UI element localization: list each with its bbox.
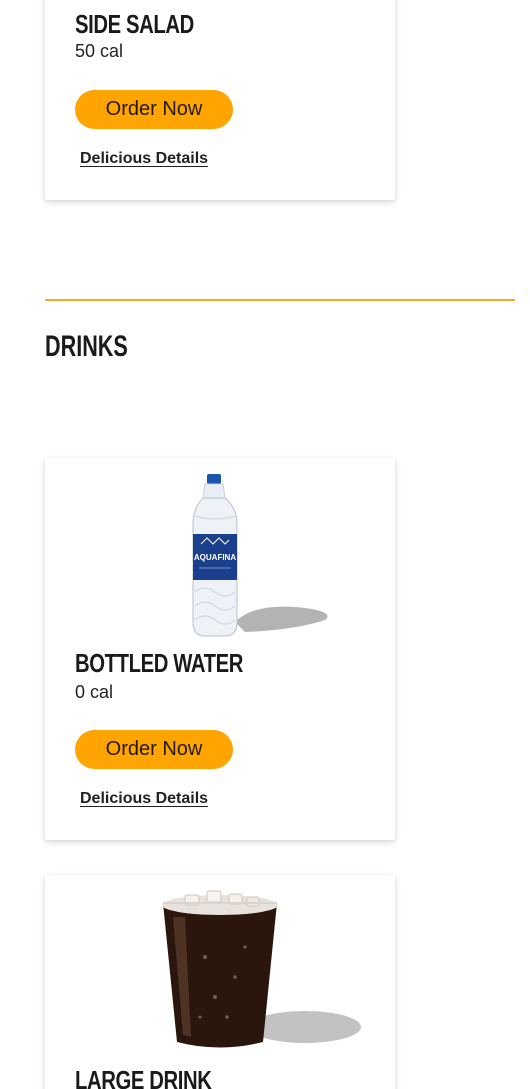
- menu-item-card-side-salad: Side Salad 50 cal Order Now Delicious De…: [45, 0, 395, 200]
- menu-page: Side Salad 50 cal Order Now Delicious De…: [0, 0, 530, 1089]
- item-name: Large Drink: [75, 1065, 212, 1089]
- item-calories: 50 cal: [75, 41, 124, 61]
- item-name: Side Salad: [75, 9, 194, 39]
- section-title-drinks: Drinks: [45, 330, 128, 363]
- item-calories: 0 cal: [75, 682, 114, 702]
- menu-item-card-bottled-water: AQUAFINA Bottled Water 0 cal Order Now D…: [45, 458, 395, 840]
- delicious-details-link[interactable]: Delicious Details: [80, 150, 208, 168]
- item-name: Bottled Water: [75, 648, 244, 678]
- order-now-button[interactable]: Order Now: [75, 730, 233, 769]
- menu-item-card-large-drink: Large Drink: [45, 875, 395, 1089]
- section-divider: [45, 299, 515, 301]
- large-drink-image[interactable]: [155, 887, 365, 1052]
- bottle-label-text: AQUAFINA: [194, 553, 236, 562]
- order-now-button[interactable]: Order Now: [75, 90, 233, 129]
- bottled-water-image[interactable]: AQUAFINA: [185, 472, 335, 640]
- delicious-details-link[interactable]: Delicious Details: [80, 790, 208, 808]
